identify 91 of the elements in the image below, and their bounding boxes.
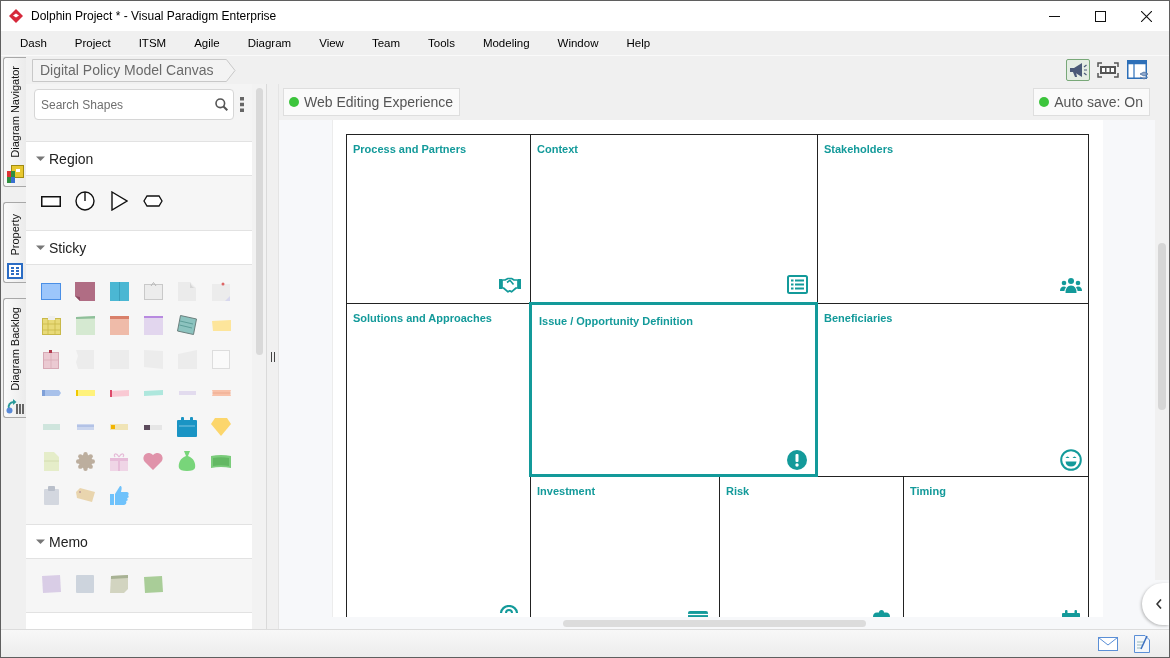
- sticky-note-icon[interactable]: [41, 282, 61, 300]
- side-tab[interactable]: Diagram Backlog: [3, 298, 26, 418]
- block-title: Context: [537, 142, 578, 156]
- menu-item[interactable]: Team: [369, 35, 403, 51]
- heart-icon[interactable]: [143, 452, 163, 470]
- sticky-note-icon[interactable]: [75, 315, 95, 335]
- tab-note-icon[interactable]: [211, 319, 231, 331]
- menu-item[interactable]: ITSM: [136, 35, 169, 51]
- menu-item[interactable]: Diagram: [245, 35, 294, 51]
- frame-icon: [1097, 62, 1119, 78]
- chevron-left-icon: [1155, 599, 1162, 609]
- calendar-icon[interactable]: [177, 417, 197, 437]
- gift-icon[interactable]: [110, 451, 128, 471]
- notepad-icon[interactable]: [177, 315, 197, 335]
- banknote-icon[interactable]: [211, 454, 231, 468]
- app-logo-icon: [9, 9, 23, 23]
- scrollbar-thumb[interactable]: [1158, 243, 1166, 410]
- sticky-note-icon[interactable]: [109, 315, 129, 335]
- documents-icon: [6, 165, 24, 183]
- plaid-note-icon[interactable]: [41, 315, 61, 335]
- web-editing-toggle[interactable]: Web Editing Experience: [283, 88, 461, 116]
- menu-item[interactable]: Help: [624, 35, 653, 51]
- exclamation-icon: [787, 450, 807, 470]
- scrollbar-thumb[interactable]: [563, 620, 866, 627]
- menu-item[interactable]: Project: [72, 35, 113, 51]
- diamond-icon[interactable]: [211, 418, 231, 436]
- menu-item[interactable]: Tools: [426, 35, 457, 51]
- table-icon: [7, 263, 23, 279]
- tape-icon[interactable]: [109, 389, 129, 397]
- search-icon: [215, 98, 228, 111]
- auto-save-toggle[interactable]: Auto save: On: [1033, 88, 1150, 116]
- breadcrumb[interactable]: Digital Policy Model Canvas: [32, 58, 236, 82]
- minimize-icon: [1048, 15, 1060, 17]
- arcs-icon: [499, 605, 519, 613]
- thumbs-up-icon[interactable]: [109, 485, 129, 505]
- toolbar-button[interactable]: [1126, 59, 1150, 81]
- hexagon-icon[interactable]: [143, 195, 163, 207]
- clipboard-icon[interactable]: [43, 485, 59, 505]
- block-title: Risk: [726, 484, 750, 498]
- sticky-note-icon[interactable]: [143, 315, 163, 335]
- note-icon[interactable]: [212, 349, 230, 369]
- memo-note-icon[interactable]: [41, 575, 61, 593]
- block-title: Beneficiaries: [824, 311, 893, 325]
- seal-icon[interactable]: [75, 451, 95, 471]
- maximize-icon: [1094, 10, 1106, 22]
- toolbar-button[interactable]: [1096, 59, 1120, 81]
- block-title: Process and Partners: [353, 142, 467, 156]
- grip-icon[interactable]: [270, 352, 275, 362]
- pinned-note-icon[interactable]: [43, 349, 59, 369]
- page-icon[interactable]: [43, 451, 59, 471]
- menu-item[interactable]: Window: [555, 35, 601, 51]
- block-title: Solutions and Approaches: [353, 311, 492, 325]
- close-icon: [1140, 10, 1152, 22]
- menu-item[interactable]: Dash: [18, 35, 49, 51]
- memo-note-icon[interactable]: [143, 575, 163, 593]
- smiley-icon: [1060, 449, 1082, 471]
- tag-icon[interactable]: [75, 488, 95, 502]
- glyph-icon: [873, 610, 890, 617]
- scrollbar-track[interactable]: [1155, 120, 1169, 580]
- side-tab[interactable]: Property: [3, 202, 26, 283]
- sack-icon[interactable]: [178, 451, 196, 471]
- block-title: Investment: [537, 484, 596, 498]
- note-edit-icon[interactable]: [1134, 634, 1150, 653]
- search-field[interactable]: Search Shapes: [34, 89, 234, 120]
- rectangle-icon[interactable]: [41, 195, 61, 207]
- menu-item[interactable]: Modeling: [480, 35, 532, 51]
- block-title: Stakeholders: [824, 142, 894, 156]
- arrow-bars-icon: [6, 398, 24, 414]
- triangle-icon[interactable]: [110, 191, 128, 211]
- megaphone-icon: [1069, 62, 1087, 78]
- tape-icon[interactable]: [144, 424, 162, 430]
- menu-item[interactable]: Agile: [192, 35, 222, 51]
- scrollbar-track[interactable]: [279, 617, 1169, 629]
- block-title: Issue / Opportunity Definition: [539, 314, 693, 328]
- scrollbar-thumb[interactable]: [255, 88, 263, 355]
- block-title: Timing: [910, 484, 946, 498]
- circle-icon[interactable]: [75, 191, 95, 211]
- side-tab[interactable]: Diagram Navigator: [3, 57, 26, 187]
- curled-note-icon[interactable]: [75, 281, 95, 301]
- memo-note-icon[interactable]: [76, 575, 94, 593]
- menu-item[interactable]: View: [317, 35, 346, 51]
- window-title: Dolphin Project * - Visual Paradigm Enterprise: [31, 9, 277, 23]
- list-icon: [787, 275, 808, 294]
- handshake-icon: [499, 277, 521, 293]
- more-icon[interactable]: [240, 97, 244, 112]
- memo-note-icon[interactable]: [110, 575, 128, 593]
- toolbar-button[interactable]: [1066, 59, 1090, 81]
- mail-icon[interactable]: [1098, 636, 1118, 651]
- users-icon: [1060, 278, 1082, 293]
- window-layers-icon: [1127, 59, 1149, 81]
- sticky-note-icon[interactable]: [109, 281, 129, 301]
